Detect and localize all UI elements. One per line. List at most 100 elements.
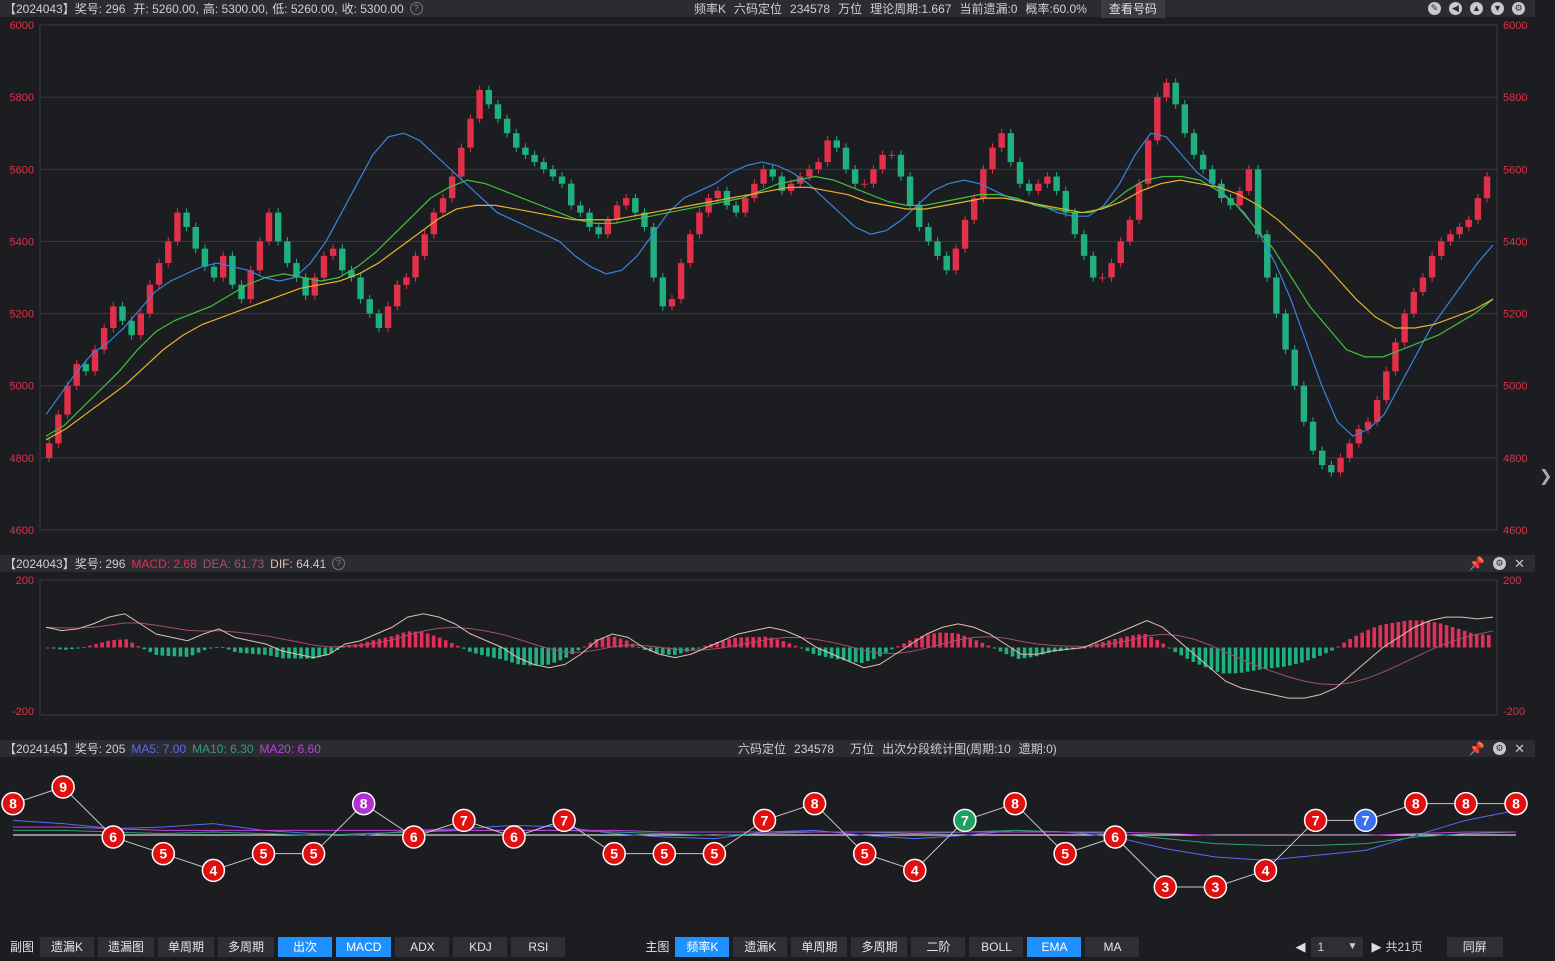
macd-bar xyxy=(974,640,979,648)
candle-body xyxy=(1044,176,1051,184)
query-number-button[interactable]: 查看号码 xyxy=(1100,0,1165,18)
macd-bar xyxy=(449,642,454,648)
candle-body xyxy=(595,227,602,235)
close-icon[interactable]: ✕ xyxy=(1514,557,1525,570)
candle-body xyxy=(742,198,749,213)
sub-button-1[interactable]: 遗漏图 xyxy=(98,936,155,957)
sub-button-7[interactable]: KDJ xyxy=(453,936,508,957)
settings-icon[interactable]: ⚙ xyxy=(1493,557,1507,570)
macd-bar xyxy=(787,643,792,648)
macd-bar xyxy=(1161,643,1166,648)
macd-bar xyxy=(1227,647,1232,674)
main-button-2[interactable]: 单周期 xyxy=(791,936,848,957)
macd-bar xyxy=(534,647,538,666)
count-label: 8 xyxy=(9,796,17,812)
main-button-6[interactable]: EMA xyxy=(1027,936,1082,957)
main-button-3[interactable]: 多周期 xyxy=(851,936,908,957)
macd-bar xyxy=(540,647,545,666)
macd-bar xyxy=(208,647,213,649)
candle-body xyxy=(210,266,218,278)
back-icon[interactable]: ◀ xyxy=(1449,2,1462,15)
macd-bar xyxy=(407,631,412,648)
macd-bar xyxy=(263,647,267,655)
main-button-7[interactable]: MA xyxy=(1085,936,1140,957)
next-page-icon[interactable]: ▶ xyxy=(1371,939,1381,955)
macd-bar xyxy=(1324,647,1328,654)
candle-body xyxy=(503,118,511,134)
candle-body xyxy=(687,234,694,264)
sub-button-6[interactable]: ADX xyxy=(395,936,450,957)
macd-bar xyxy=(1215,647,1220,672)
main-chart-label: 主图 xyxy=(645,940,670,954)
main-prob: 概率:60.0% xyxy=(1025,2,1087,16)
main-button-4[interactable]: 二阶 xyxy=(911,936,966,957)
candle-body xyxy=(1007,133,1015,163)
candle-body xyxy=(137,313,144,336)
y-tick-left: 4800 xyxy=(10,453,34,465)
up-icon[interactable]: ▲ xyxy=(1470,2,1483,15)
macd-bar xyxy=(660,647,665,655)
main-button-5[interactable]: BOLL xyxy=(969,936,1024,957)
settings-icon[interactable]: ⚙ xyxy=(1493,742,1507,755)
macd-y-tick: -200 xyxy=(12,706,34,718)
expand-chevron-icon[interactable]: ❯ xyxy=(1539,466,1552,486)
macd-bar xyxy=(148,647,153,653)
candle-body xyxy=(1025,183,1033,191)
pin-icon[interactable]: 📌 xyxy=(1469,742,1485,755)
count-chart: 8 9 6 5 4 5 5 8 6 7 6 7 5 5 5 7 8 5 4 7 8 5 6 3 3 4 7 7 8 8 8 xyxy=(1,775,1528,899)
macd-bar xyxy=(878,647,882,657)
candle-body xyxy=(265,212,273,242)
candle-body xyxy=(989,147,996,170)
y-tick-right: 5600 xyxy=(1503,164,1527,176)
y-tick-right: 5200 xyxy=(1503,309,1527,321)
count-label: 5 xyxy=(660,846,668,862)
macd-bar xyxy=(1318,647,1322,656)
macd-bar xyxy=(1438,623,1443,648)
macd-bar xyxy=(190,647,195,656)
down-icon[interactable]: ▼ xyxy=(1491,2,1504,15)
pin-icon[interactable]: 📌 xyxy=(1469,557,1485,570)
candle-body xyxy=(870,169,877,184)
macd-bar xyxy=(257,647,261,655)
sub-button-8[interactable]: RSI xyxy=(511,936,566,957)
macd-bar xyxy=(474,647,478,654)
candle-body xyxy=(201,248,209,267)
macd-bar xyxy=(1354,635,1358,648)
macd-y-tick: 200 xyxy=(16,575,34,587)
macd-bar xyxy=(389,636,394,648)
macd-bar xyxy=(1342,642,1346,648)
main-header-tools: ✎ ◀ ▲ ▼ ⚙ xyxy=(1428,2,1525,15)
main-button-0[interactable]: 频率K xyxy=(675,936,730,957)
help-icon[interactable]: ? xyxy=(409,2,423,15)
sync-screen-button[interactable]: 同屏 xyxy=(1446,936,1503,957)
macd-chart: 200 200 -200 -200 xyxy=(12,575,1525,718)
y-tick-right: 5000 xyxy=(1503,381,1527,393)
candle-body xyxy=(540,162,547,170)
macd-bar xyxy=(847,647,852,662)
help-icon[interactable]: ? xyxy=(332,557,346,570)
macd-bar xyxy=(52,647,56,649)
macd-bar xyxy=(1167,647,1172,649)
candle-body xyxy=(412,255,419,278)
sub-button-0[interactable]: 遗漏K xyxy=(40,936,95,957)
prev-page-icon[interactable]: ◀ xyxy=(1295,939,1305,955)
macd-bar xyxy=(1269,647,1274,669)
edit-icon[interactable]: ✎ xyxy=(1428,2,1441,15)
candle-body xyxy=(1144,140,1152,184)
candle-body xyxy=(732,205,740,213)
main-button-1[interactable]: 遗漏K xyxy=(733,936,788,957)
sub-button-5[interactable]: MACD xyxy=(336,936,392,957)
macd-bar xyxy=(564,647,569,658)
count-digit: 万位 xyxy=(850,742,875,756)
macd-bar xyxy=(64,647,68,650)
macd-bar xyxy=(1348,638,1352,648)
macd-bar xyxy=(1022,647,1027,659)
sub-button-4[interactable]: 出次 xyxy=(278,936,333,957)
candle-body xyxy=(760,169,767,184)
sub-button-3[interactable]: 多周期 xyxy=(218,936,275,957)
sub-button-2[interactable]: 单周期 xyxy=(158,936,215,957)
macd-bar xyxy=(1149,636,1153,648)
page-select[interactable]: 1 ▼ xyxy=(1311,936,1364,957)
close-icon[interactable]: ✕ xyxy=(1514,742,1525,755)
settings-icon[interactable]: ⚙ xyxy=(1512,2,1525,15)
